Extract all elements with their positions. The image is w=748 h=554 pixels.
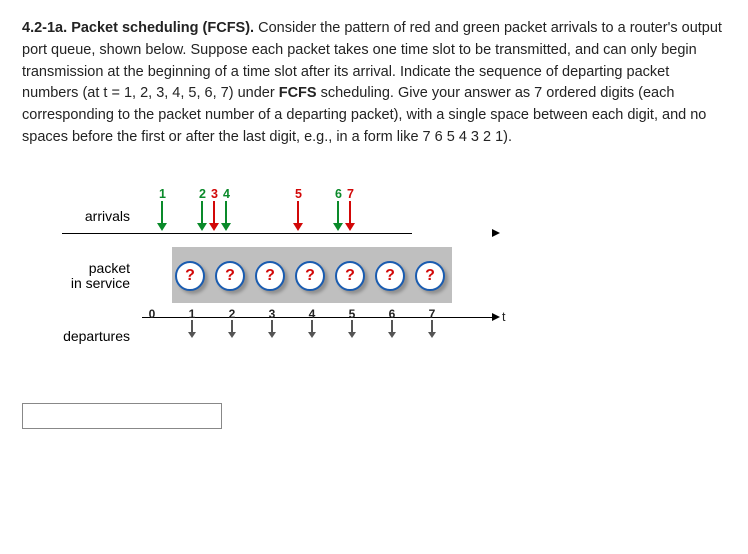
question-topic: Packet scheduling (FCFS). [71, 20, 254, 36]
departure-arrow-3 [268, 320, 276, 338]
service-slot-3: ? [255, 261, 285, 291]
question-id: 4.2-1a. [22, 20, 67, 36]
service-slot-2: ? [215, 261, 245, 291]
departure-arrow-5 [348, 320, 356, 338]
question-bold: FCFS [279, 85, 317, 101]
arrivals-axis [62, 233, 412, 235]
departure-arrow-1 [188, 320, 196, 338]
departure-arrow-4 [308, 320, 316, 338]
service-slot-5: ? [335, 261, 365, 291]
service-slot-4: ? [295, 261, 325, 291]
t-label: t [502, 308, 505, 327]
label-in-service: in service [71, 275, 130, 291]
departure-arrow-2 [228, 320, 236, 338]
question-text: 4.2-1a. Packet scheduling (FCFS). Consid… [22, 18, 726, 149]
answer-input[interactable] [22, 403, 222, 429]
label-departures: departures [52, 329, 130, 344]
service-slot-7: ? [415, 261, 445, 291]
departure-arrow-6 [388, 320, 396, 338]
label-arrivals: arrivals [62, 209, 130, 224]
arrivals-axis-tip [492, 229, 500, 237]
time-axis-tip [492, 313, 500, 321]
service-slot-1: ? [175, 261, 205, 291]
tick-0: 0 [147, 305, 157, 323]
label-packet: packet [89, 260, 130, 276]
departure-arrow-7 [428, 320, 436, 338]
service-slot-6: ? [375, 261, 405, 291]
scheduling-diagram: arrivals 1234567 packet in service ?????… [62, 185, 542, 365]
label-packet-in-service: packet in service [62, 261, 130, 292]
